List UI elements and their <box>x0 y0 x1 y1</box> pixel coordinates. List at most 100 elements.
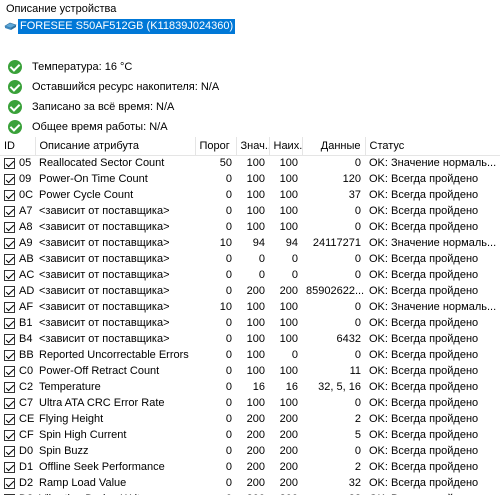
row-checkbox[interactable] <box>4 317 15 329</box>
row-checkbox[interactable] <box>4 285 15 297</box>
attr-status: OK: Значение нормаль... <box>369 157 497 170</box>
attr-name: Offline Seek Performance <box>39 461 165 473</box>
attr-id: B1 <box>0 315 35 331</box>
row-checkbox[interactable] <box>4 157 15 169</box>
attr-worst: 100 <box>279 333 298 345</box>
attr-threshold: 50 <box>219 157 232 170</box>
column-header-worst[interactable]: Наих... <box>269 137 303 155</box>
attr-value: 200 <box>246 461 265 473</box>
attr-worst: 16 <box>285 381 298 393</box>
attr-worst: 100 <box>279 317 298 329</box>
device-list-item[interactable]: FORESEE S50AF512GB (K11839J024360) <box>4 18 236 34</box>
column-header-value[interactable]: Знач... <box>236 137 270 155</box>
attr-raw-data: 0 <box>354 205 361 217</box>
table-row[interactable]: 0C Power Cycle Count 0 100 100 37 OK: Всегда п… <box>0 187 500 203</box>
attr-id-text: 05 <box>19 157 32 170</box>
summary-remaining-life: Оставшийся ресурс накопителя: N/A <box>8 77 219 97</box>
attr-id-text: A8 <box>19 221 33 233</box>
attr-raw-data: 0 <box>354 349 361 361</box>
attr-id-text: A7 <box>19 205 33 217</box>
attr-id-text: B4 <box>19 333 33 345</box>
attr-raw-data: 32, 5, 16 <box>318 381 361 393</box>
column-header-id[interactable]: ID <box>0 137 36 155</box>
row-checkbox[interactable] <box>4 269 15 281</box>
attr-id-text: AB <box>19 253 34 265</box>
attr-threshold: 0 <box>225 333 232 345</box>
attr-name: Ramp Load Value <box>39 477 127 489</box>
attr-id: CE <box>0 411 35 427</box>
column-header-threshold[interactable]: Порог <box>195 137 237 155</box>
row-checkbox[interactable] <box>4 397 15 409</box>
attr-value: 94 <box>252 237 265 249</box>
table-row[interactable]: A9 <зависит от поставщика> 10 94 94 24117271 O… <box>0 235 500 251</box>
table-row[interactable]: B1 <зависит от поставщика> 0 100 100 0 OK: Все… <box>0 315 500 331</box>
row-checkbox[interactable] <box>4 365 15 377</box>
table-row[interactable]: 05 Reallocated Sector Count 50 100 100 0 OK: З… <box>0 155 500 171</box>
table-row[interactable]: AF <зависит от поставщика> 10 100 100 0 OK: Зн… <box>0 299 500 315</box>
attr-value: 100 <box>246 365 265 377</box>
table-row[interactable]: C2 Temperature 0 16 16 32, 5, 16 OK: Всегда пр… <box>0 379 500 395</box>
attr-name: <зависит от поставщика> <box>39 253 170 265</box>
row-checkbox[interactable] <box>4 461 15 473</box>
table-row[interactable]: A7 <зависит от поставщика> 0 100 100 0 OK: Все… <box>0 203 500 219</box>
attr-status: OK: Всегда пройдено <box>369 285 479 297</box>
column-header-attribute[interactable]: Описание атрибута <box>35 137 196 155</box>
table-row[interactable]: CF Spin High Current 0 200 200 5 OK: Всегда пр… <box>0 427 500 443</box>
row-checkbox[interactable] <box>4 333 15 345</box>
table-row[interactable]: A8 <зависит от поставщика> 0 100 100 0 OK: Все… <box>0 219 500 235</box>
row-checkbox[interactable] <box>4 429 15 441</box>
row-checkbox[interactable] <box>4 477 15 489</box>
attr-name: <зависит от поставщика> <box>39 205 170 217</box>
attr-worst: 100 <box>279 189 298 201</box>
row-checkbox[interactable] <box>4 445 15 457</box>
attr-worst: 200 <box>269 491 302 495</box>
row-checkbox[interactable] <box>4 301 15 313</box>
row-checkbox[interactable] <box>4 253 15 265</box>
attr-raw-data: 85902622... <box>306 285 365 297</box>
attr-id: C7 <box>0 395 35 411</box>
column-header-raw-data[interactable]: Данные <box>302 137 366 155</box>
table-row[interactable]: BB Reported Uncorrectable Errors 0 100 0 0 OK:… <box>0 347 500 363</box>
table-row[interactable]: C0 Power-Off Retract Count 0 100 100 11 OK: Вс… <box>0 363 500 379</box>
row-checkbox[interactable] <box>4 205 15 217</box>
table-row[interactable]: AB <зависит от поставщика> 0 0 0 0 OK: Всегда … <box>0 251 500 267</box>
attr-threshold: 0 <box>225 477 232 489</box>
row-checkbox[interactable] <box>4 349 15 361</box>
table-row[interactable]: 09 Power-On Time Count 0 100 100 120 OK: Всегд… <box>0 171 500 187</box>
attr-threshold: 0 <box>225 349 232 361</box>
row-checkbox[interactable] <box>4 381 15 393</box>
attr-name: Reported Uncorrectable Errors <box>39 349 189 361</box>
table-row[interactable]: CE Flying Height 0 200 200 2 OK: Всегда пройде… <box>0 411 500 427</box>
attr-status: OK: Всегда пройдено <box>369 349 479 361</box>
attr-worst: 200 <box>279 461 298 473</box>
attr-status: OK: Всегда пройдено <box>369 429 479 441</box>
attr-raw-data: 0 <box>354 157 361 170</box>
table-row[interactable]: C7 Ultra ATA CRC Error Rate 0 100 100 0 OK: Вс… <box>0 395 500 411</box>
row-checkbox[interactable] <box>4 189 15 201</box>
table-row[interactable]: D1 Offline Seek Performance 0 200 200 2 OK: Вс… <box>0 459 500 475</box>
table-row[interactable]: B4 <зависит от поставщика> 0 100 100 6432 OK: … <box>0 331 500 347</box>
table-row[interactable]: D2 Ramp Load Value 0 200 200 32 OK: Всегда про… <box>0 475 500 491</box>
attr-name: Reallocated Sector Count <box>39 157 165 170</box>
table-row[interactable]: AD <зависит от поставщика> 0 200 200 85902622… <box>0 283 500 299</box>
attr-raw-data: 32 <box>348 477 361 489</box>
attr-worst: 100 <box>279 397 298 409</box>
attr-id-text: AC <box>19 269 35 281</box>
attr-id: AC <box>0 267 35 283</box>
attr-raw-data: 0 <box>354 253 361 265</box>
row-checkbox[interactable] <box>4 237 15 249</box>
drive-icon <box>4 22 17 31</box>
attr-threshold: 0 <box>225 445 232 457</box>
attr-threshold: 0 <box>225 205 232 217</box>
row-checkbox[interactable] <box>4 221 15 233</box>
table-row[interactable]: AC <зависит от поставщика> 0 0 0 0 OK: Всегда … <box>0 267 500 283</box>
attr-id-text: C7 <box>19 397 34 409</box>
attr-threshold: 0 <box>225 413 232 425</box>
attr-worst: 94 <box>285 237 298 249</box>
column-header-status[interactable]: Статус <box>365 137 500 155</box>
table-row[interactable]: D3Vibration During Write020020032OK: Все… <box>0 491 500 495</box>
attr-status: OK: Всегда пройдено <box>369 397 479 409</box>
row-checkbox[interactable] <box>4 413 15 425</box>
table-row[interactable]: D0 Spin Buzz 0 200 200 0 OK: Всегда пройдено <box>0 443 500 459</box>
row-checkbox[interactable] <box>4 173 15 185</box>
